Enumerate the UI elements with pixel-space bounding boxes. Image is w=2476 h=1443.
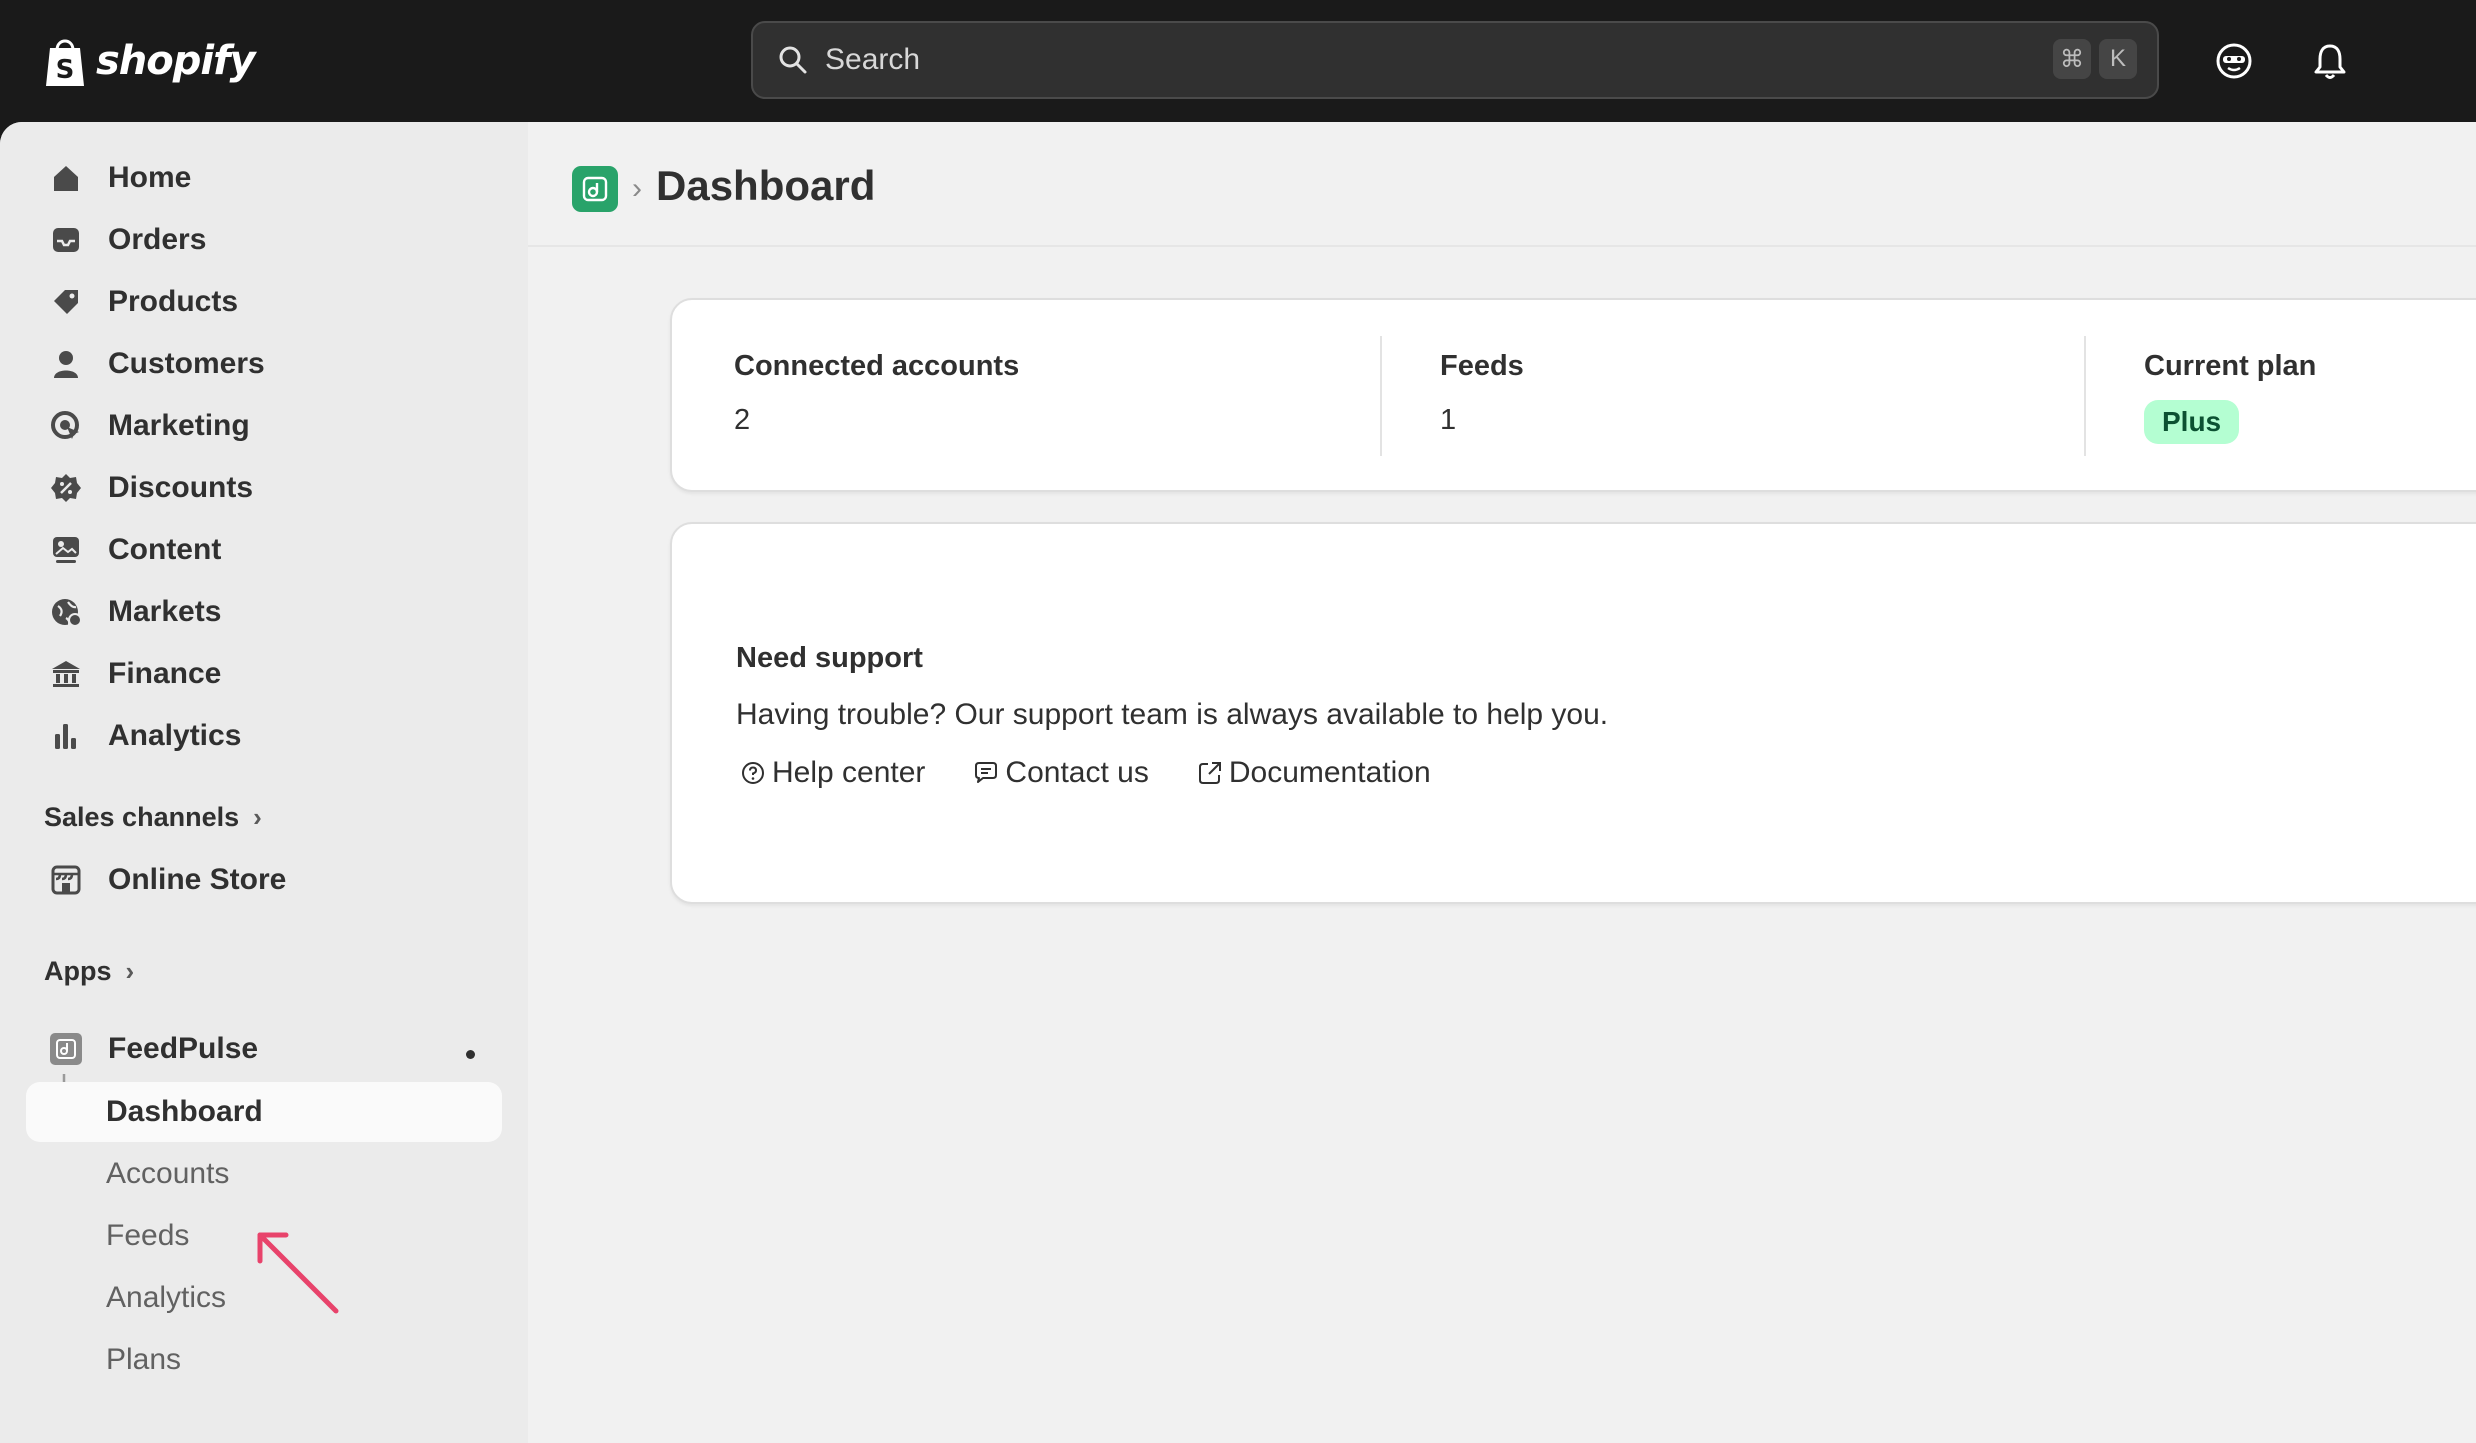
documentation-label: Documentation (1228, 756, 1431, 789)
apps-header[interactable]: Apps › (44, 951, 134, 991)
chevron-right-icon: › (253, 801, 262, 832)
search-bar[interactable]: Search ⌘ K (751, 21, 2159, 99)
person-icon (48, 346, 84, 382)
feedpulse-icon (48, 1031, 84, 1067)
sidebar: Home Orders Products Customers Marketing (0, 122, 528, 1443)
stat-feeds: Feeds 1 (1382, 300, 2086, 494)
logo-wordmark: shopify (96, 38, 256, 84)
shopify-bag-icon: S (46, 39, 84, 86)
stat-value: 1 (1440, 404, 1457, 436)
bar-chart-icon (48, 718, 84, 754)
sidebar-item-customers[interactable]: Customers (26, 335, 502, 393)
sidebar-item-label: Online Store (108, 863, 287, 896)
pinned-dot (466, 1050, 475, 1059)
annotation-arrow-icon (257, 1232, 339, 1314)
apps-label: Apps (44, 955, 112, 986)
sidebar-subitem-dashboard[interactable]: Dashboard (26, 1082, 502, 1142)
documentation-link[interactable]: Documentation (1197, 756, 1431, 790)
top-bar: S shopify Search ⌘ K (0, 0, 2476, 122)
chat-icon (975, 762, 998, 783)
sidebar-item-label: FeedPulse (108, 1032, 259, 1065)
chevron-right-icon: › (125, 955, 135, 986)
support-links: Help center Contact us Documentation (740, 756, 1431, 790)
home-icon (48, 160, 84, 196)
help-center-label: Help center (772, 756, 926, 789)
discount-icon (48, 470, 84, 506)
support-description: Having trouble? Our support team is alwa… (736, 698, 1609, 731)
svg-text:S: S (56, 55, 75, 85)
sidebar-item-label: Analytics (108, 719, 242, 752)
command-key: ⌘ (2053, 39, 2091, 79)
contact-us-label: Contact us (1005, 756, 1149, 789)
sidebar-item-home[interactable]: Home (26, 149, 502, 207)
stat-label: Current plan (2144, 350, 2317, 382)
sidebar-item-label: Content (108, 533, 222, 566)
sidebar-item-label: Markets (108, 595, 222, 628)
sidebar-item-products[interactable]: Products (26, 273, 502, 331)
stat-label: Feeds (1440, 350, 1524, 382)
sales-channels-header[interactable]: Sales channels › (44, 797, 262, 837)
external-link-icon (1198, 762, 1221, 784)
bell-icon[interactable] (2305, 36, 2355, 86)
app-shell: Home Orders Products Customers Marketing (0, 122, 2476, 1443)
user-avatar-icon[interactable] (2209, 36, 2259, 86)
search-icon (779, 46, 807, 74)
store-icon (48, 862, 84, 898)
sidebar-item-discounts[interactable]: Discounts (26, 459, 502, 517)
search-placeholder: Search (825, 43, 921, 76)
help-circle-icon (742, 762, 764, 784)
feedpulse-app-icon[interactable] (572, 166, 618, 212)
bank-icon (48, 656, 84, 692)
sidebar-item-finance[interactable]: Finance (26, 645, 502, 703)
page-header: › Dashboard (528, 122, 2476, 247)
globe-icon (48, 594, 84, 630)
support-title: Need support (736, 642, 923, 674)
stat-value: 2 (734, 404, 751, 436)
search-shortcut: ⌘ K (2053, 39, 2137, 79)
stat-connected-accounts: Connected accounts 2 (672, 300, 1376, 494)
sidebar-item-label: Discounts (108, 471, 254, 504)
sidebar-item-label: Customers (108, 347, 265, 380)
target-icon (48, 408, 84, 444)
k-key: K (2099, 39, 2137, 79)
sidebar-item-label: Marketing (108, 409, 250, 442)
sidebar-item-label: Home (108, 161, 192, 194)
sidebar-item-feedpulse[interactable]: FeedPulse (26, 1020, 502, 1078)
inbox-icon (48, 222, 84, 258)
tag-icon (48, 284, 84, 320)
sidebar-item-label: Finance (108, 657, 222, 690)
contact-us-link[interactable]: Contact us (973, 756, 1149, 790)
sidebar-item-orders[interactable]: Orders (26, 211, 502, 269)
sidebar-item-marketing[interactable]: Marketing (26, 397, 502, 455)
sidebar-subitem-accounts[interactable]: Accounts (26, 1144, 502, 1204)
help-center-link[interactable]: Help center (740, 756, 925, 790)
sidebar-item-online-store[interactable]: Online Store (26, 851, 502, 909)
plan-badge: Plus (2144, 400, 2240, 444)
stat-current-plan: Current plan Plus (2086, 300, 2476, 494)
sidebar-item-markets[interactable]: Markets (26, 583, 502, 641)
breadcrumb-separator: › (632, 172, 642, 205)
image-icon (48, 532, 84, 568)
shopify-logo[interactable]: S shopify (42, 32, 256, 90)
sidebar-subitem-plans[interactable]: Plans (26, 1330, 502, 1390)
page-title: Dashboard (656, 162, 876, 209)
support-card: Need support Having trouble? Our support… (670, 522, 2476, 904)
sidebar-item-label: Orders (108, 223, 207, 256)
sidebar-item-label: Products (108, 285, 239, 318)
sidebar-item-analytics[interactable]: Analytics (26, 707, 502, 765)
main-content: › Dashboard Connected accounts 2 Feeds 1… (528, 122, 2476, 1443)
sidebar-item-content[interactable]: Content (26, 521, 502, 579)
sales-channels-label: Sales channels (44, 801, 240, 832)
stats-card: Connected accounts 2 Feeds 1 Current pla… (670, 298, 2476, 492)
stat-label: Connected accounts (734, 350, 1020, 382)
